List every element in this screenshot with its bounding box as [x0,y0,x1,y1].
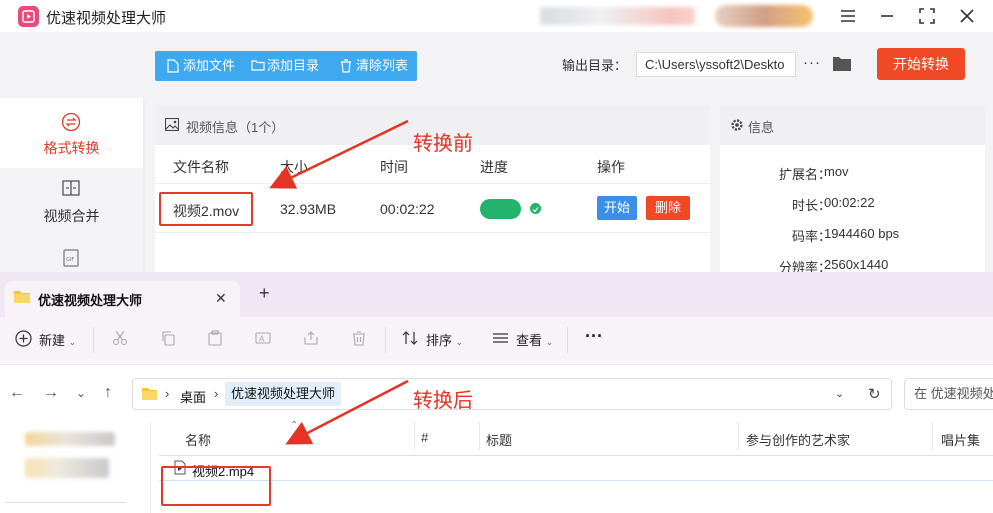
arrow-to-mov-file [269,119,409,189]
arrow-to-mp4-file [285,379,409,445]
annotation-arrows [269,119,409,445]
